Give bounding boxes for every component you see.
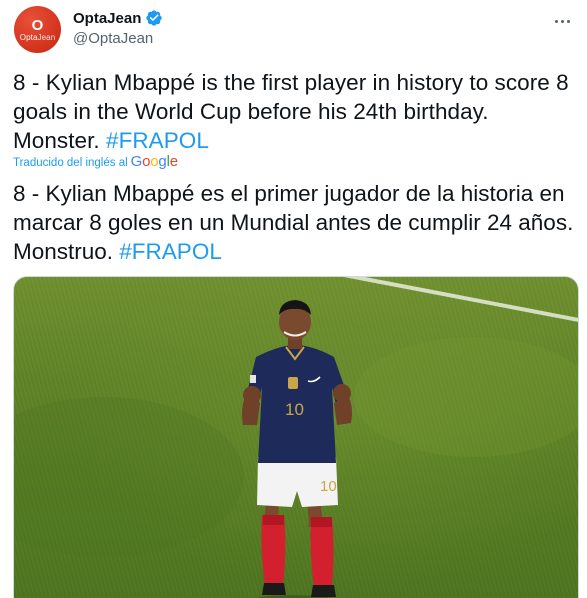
translation-attribution[interactable]: Traducido del inglés al Google (13, 154, 178, 169)
verified-badge-icon (146, 10, 163, 26)
google-logo: Google (131, 154, 178, 169)
tweet-text-body: 8 - Kylian Mbappé is the first player in… (13, 70, 569, 153)
tweet-text: 8 - Kylian Mbappé is the first player in… (13, 68, 579, 155)
author-handle[interactable]: @OptaJean (73, 30, 163, 47)
more-dot (566, 19, 570, 23)
author-names: OptaJean @OptaJean (73, 8, 163, 47)
grass-patch (354, 337, 578, 457)
avatar-logo-text-bold: Opta (19, 33, 38, 42)
tweet-card: O OptaJean OptaJean @OptaJean 8 - Kylian… (0, 0, 587, 598)
author-display-name[interactable]: OptaJean (73, 10, 141, 27)
google-letter: e (169, 153, 178, 170)
player-figure: 10 10 (242, 300, 352, 598)
google-letter: G (130, 153, 143, 170)
translated-text: 8 - Kylian Mbappé es el primer jugador d… (13, 179, 579, 266)
more-options-icon[interactable] (551, 10, 573, 32)
pitch-line (343, 277, 578, 322)
avatar[interactable]: O OptaJean (14, 6, 61, 53)
hashtag-link[interactable]: #FRAPOL (106, 128, 209, 153)
shorts-number: 10 (320, 478, 337, 495)
more-dot (554, 19, 558, 23)
tweet-media-image[interactable]: 10 10 (13, 276, 579, 598)
translated-text-body: 8 - Kylian Mbappé es el primer jugador d… (13, 181, 574, 264)
more-dot (560, 19, 564, 23)
display-name-row: OptaJean (73, 8, 163, 28)
player-photo: 10 10 (14, 277, 578, 598)
avatar-logo-text: OptaJean (20, 33, 56, 42)
translation-label: Traducido del inglés al (13, 157, 128, 169)
grass-patch (14, 397, 244, 557)
translated-hashtag-link[interactable]: #FRAPOL (119, 239, 222, 264)
avatar-logo-mark: O (31, 17, 44, 34)
google-letter: g (158, 153, 167, 170)
shirt-number: 10 (285, 400, 304, 419)
avatar-logo-text-light: Jean (37, 33, 56, 42)
